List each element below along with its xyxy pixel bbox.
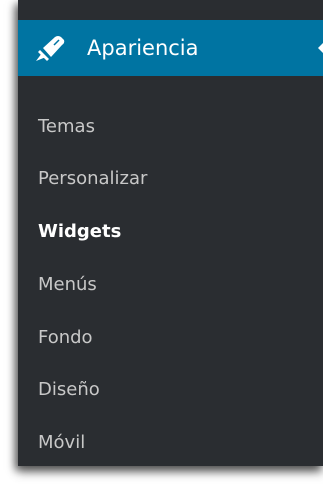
admin-submenu-panel: Apariencia Temas Personalizar Widgets Me… <box>18 0 323 466</box>
submenu-item-menus[interactable]: Menús <box>38 273 97 297</box>
menu-header-label: Apariencia <box>87 36 199 60</box>
submenu-item-temas[interactable]: Temas <box>38 115 95 139</box>
submenu-item-personalizar[interactable]: Personalizar <box>38 167 147 191</box>
current-menu-arrow-icon <box>318 40 323 56</box>
submenu-item-movil[interactable]: Móvil <box>38 431 85 455</box>
submenu-item-diseno[interactable]: Diseño <box>38 378 100 402</box>
submenu-item-widgets[interactable]: Widgets <box>38 220 121 244</box>
submenu-item-fondo[interactable]: Fondo <box>38 326 93 350</box>
paintbrush-icon <box>36 36 65 61</box>
menu-header-appearance[interactable]: Apariencia <box>18 20 323 76</box>
